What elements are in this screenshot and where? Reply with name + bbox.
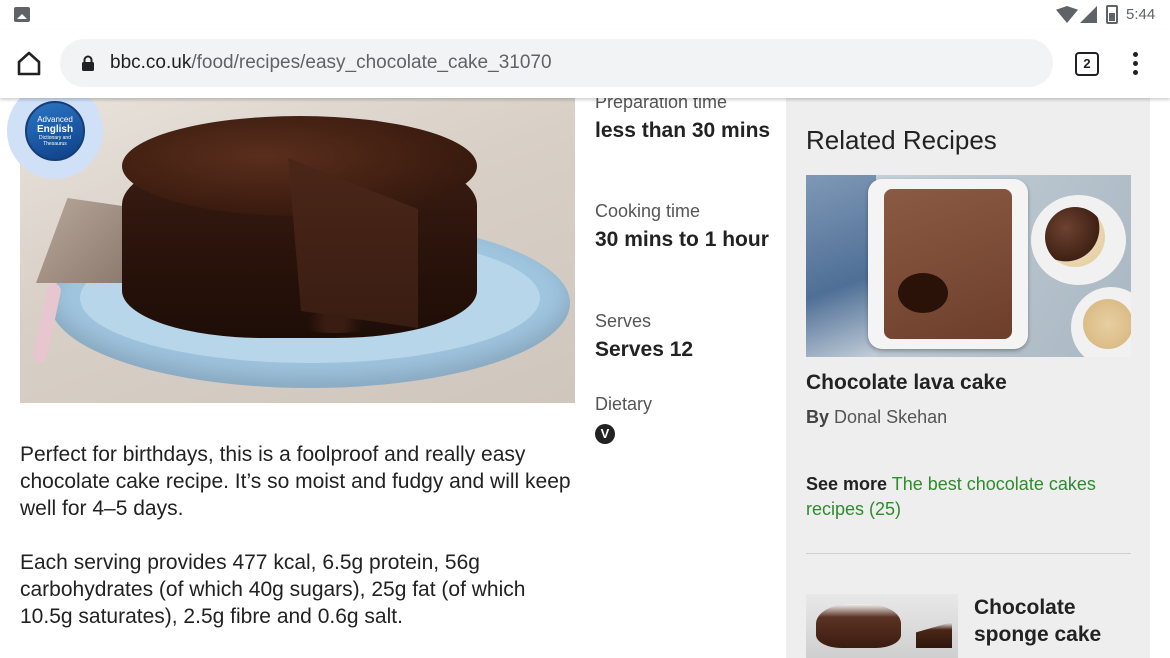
divider xyxy=(806,553,1131,554)
home-icon[interactable] xyxy=(14,48,44,78)
info-label: Cooking time xyxy=(595,201,701,221)
overflow-menu-icon[interactable] xyxy=(1126,50,1146,78)
card-author: By Donal Skehan xyxy=(806,407,947,428)
see-more-prefix: See more xyxy=(806,474,888,494)
wifi-icon xyxy=(1056,6,1078,23)
info-prep-time: Preparation time less than 30 mins xyxy=(595,98,775,144)
recipe-hero-image xyxy=(20,98,575,403)
image-icon xyxy=(14,7,30,22)
dictionary-app-icon: Advanced English Dictionary and Thesauru… xyxy=(25,101,85,161)
info-value: Serves 12 xyxy=(595,338,694,361)
url-text: bbc.co.uk/food/recipes/easy_chocolate_ca… xyxy=(110,52,552,74)
lava-cake-image[interactable] xyxy=(806,175,1131,357)
nutrition-paragraph: Each serving provides 477 kcal, 6.5g pro… xyxy=(20,551,526,628)
author-name: Donal Skehan xyxy=(834,407,948,427)
info-value: 30 mins to 1 hour xyxy=(595,228,769,251)
page-content: Advanced English Dictionary and Thesauru… xyxy=(0,98,1170,658)
info-cook-time: Cooking time 30 mins to 1 hour xyxy=(595,201,775,253)
sponge-cake-image[interactable] xyxy=(806,594,958,658)
recipe-description: Perfect for birthdays, this is a foolpro… xyxy=(20,441,580,630)
status-bar: 5:44 xyxy=(0,0,1170,30)
status-time: 5:44 xyxy=(1126,6,1156,23)
related-recipes-heading: Related Recipes xyxy=(806,125,997,155)
see-more: See more The best chocolate cakes recipe… xyxy=(806,472,1126,522)
info-value: less than 30 mins xyxy=(595,119,771,142)
author-prefix: By xyxy=(806,407,830,427)
info-label: Preparation time xyxy=(595,98,728,112)
lava-cake-title-link[interactable]: Chocolate lava cake xyxy=(806,371,1007,395)
sponge-cake-title-link[interactable]: Chocolate sponge cake xyxy=(974,594,1124,648)
info-serves: Serves Serves 12 xyxy=(595,311,775,363)
related-recipes-sidebar: Related Recipes Chocolate lava cake By D… xyxy=(786,98,1150,658)
browser-toolbar: bbc.co.uk/food/recipes/easy_chocolate_ca… xyxy=(0,30,1170,98)
tab-switcher-button[interactable]: 2 xyxy=(1075,52,1099,76)
vegetarian-icon[interactable]: V xyxy=(595,424,615,444)
lock-icon xyxy=(80,55,96,71)
signal-icon xyxy=(1080,6,1097,23)
url-path: /food/recipes/easy_chocolate_cake_31070 xyxy=(191,52,552,73)
info-dietary: Dietary V xyxy=(595,394,775,444)
description-paragraph: Perfect for birthdays, this is a foolpro… xyxy=(20,443,571,520)
url-host: bbc.co.uk xyxy=(110,52,192,73)
info-label: Serves xyxy=(595,311,652,331)
info-label: Dietary xyxy=(595,394,653,414)
battery-icon xyxy=(1106,5,1118,24)
url-bar[interactable]: bbc.co.uk/food/recipes/easy_chocolate_ca… xyxy=(60,39,1053,87)
